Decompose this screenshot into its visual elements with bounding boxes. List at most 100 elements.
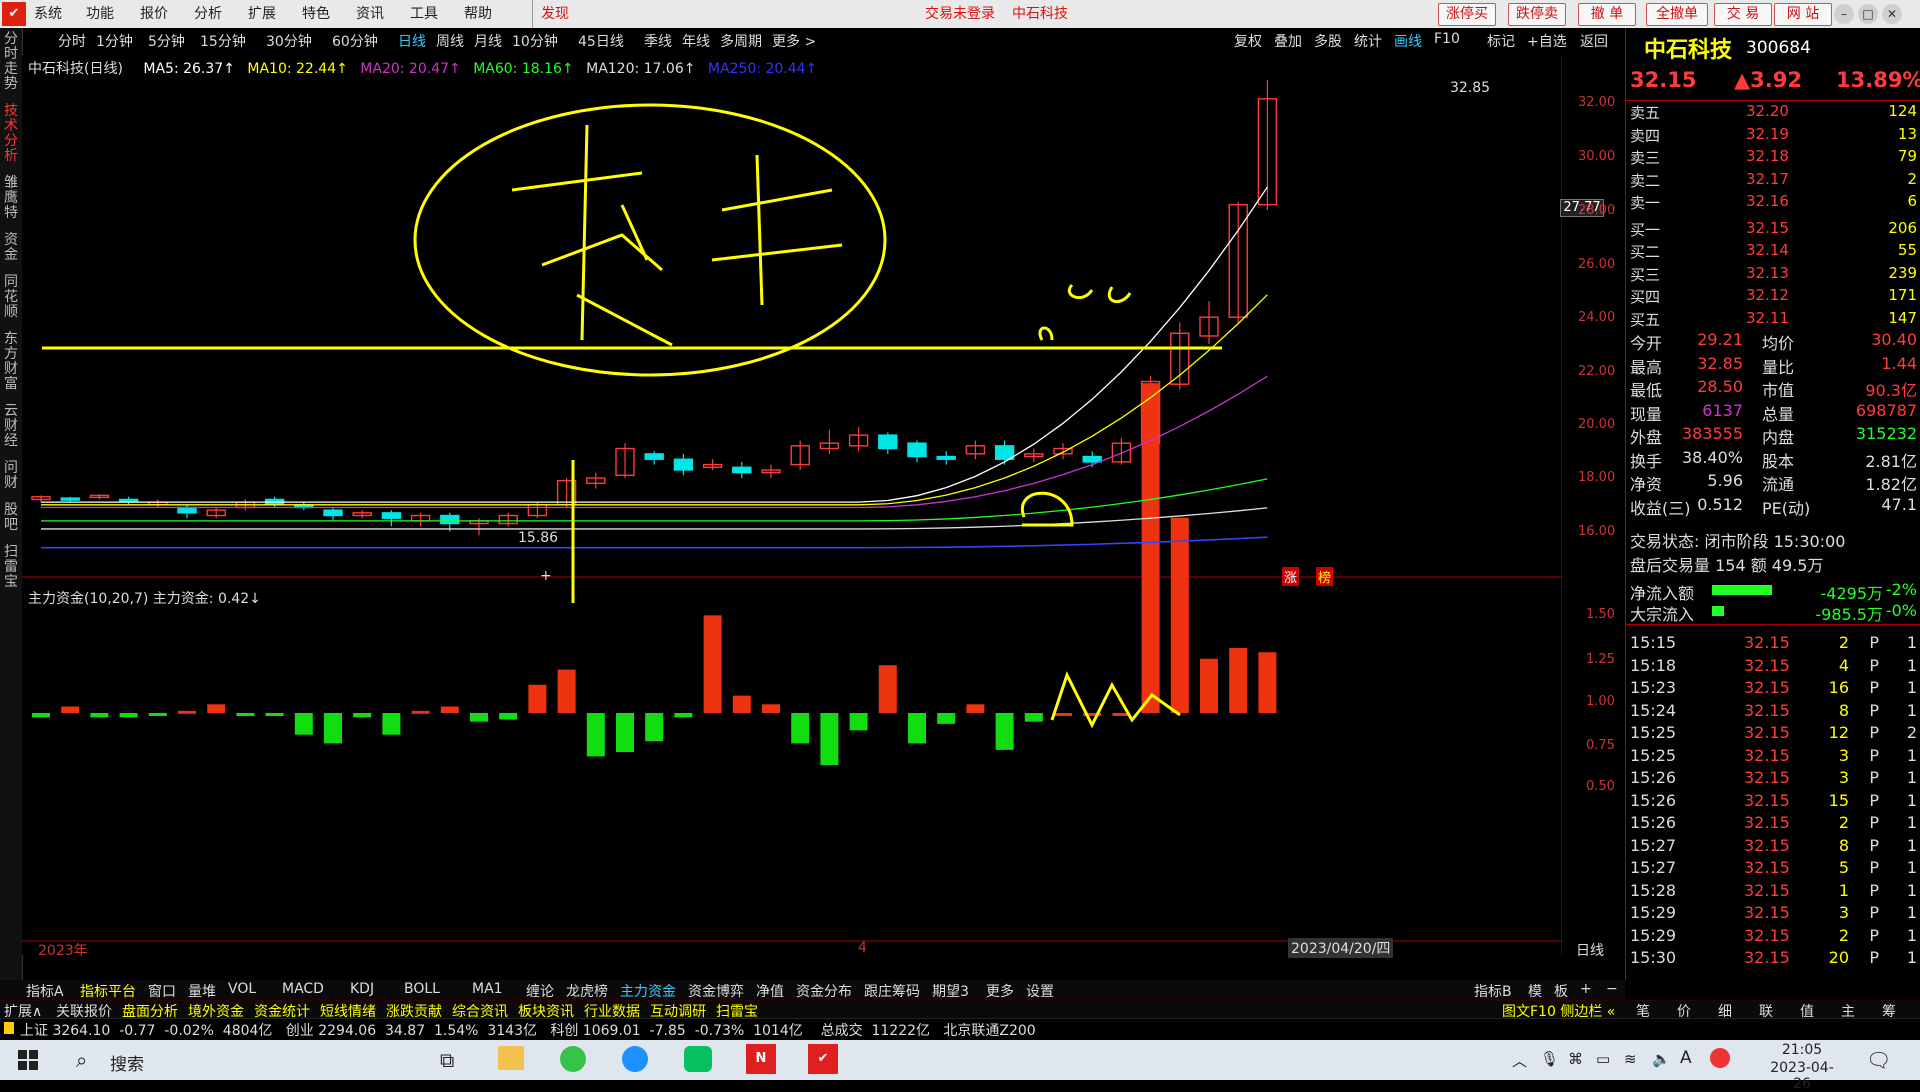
- indicator-tab-5[interactable]: MACD: [282, 981, 324, 997]
- input-method-icon[interactable]: A: [1680, 1048, 1692, 1068]
- windows-start-icon[interactable]: [18, 1050, 38, 1070]
- period-11[interactable]: 季线: [644, 31, 672, 51]
- indicator-tab-7[interactable]: BOLL: [404, 981, 440, 997]
- browser-green-icon[interactable]: [560, 1046, 586, 1072]
- minimize-icon[interactable]: –: [1834, 4, 1854, 24]
- trade-button-1[interactable]: 跌停卖: [1508, 3, 1566, 26]
- menu-3[interactable]: 分析: [194, 0, 222, 28]
- tool-7[interactable]: +自选: [1527, 31, 1567, 51]
- tool-8[interactable]: 返回: [1580, 31, 1608, 51]
- left-tab-1[interactable]: 技术分析: [2, 104, 20, 164]
- tool-5[interactable]: F10: [1434, 31, 1460, 47]
- tool-3[interactable]: 统计: [1354, 31, 1382, 51]
- period-9[interactable]: 10分钟: [512, 31, 558, 51]
- period-1[interactable]: 1分钟: [96, 31, 133, 51]
- left-tab-5[interactable]: 东方财富: [2, 332, 20, 392]
- period-14[interactable]: 更多 >: [772, 31, 816, 51]
- indicator-tab-11[interactable]: 主力资金: [620, 981, 676, 1001]
- indicator-tab-0[interactable]: 指标A: [26, 981, 64, 1001]
- indicator-right-0[interactable]: 指标B: [1474, 981, 1512, 1001]
- volume-icon[interactable]: 🔈: [1652, 1050, 1671, 1068]
- trade-button-4[interactable]: 交 易: [1714, 3, 1772, 26]
- indicator-tab-4[interactable]: VOL: [228, 981, 256, 997]
- stock-app-n-icon[interactable]: N: [746, 1044, 776, 1074]
- period-0[interactable]: 分时: [58, 31, 86, 51]
- indicator-right-3[interactable]: +: [1580, 981, 1592, 997]
- menu-2[interactable]: 报价: [140, 0, 168, 28]
- left-tab-6[interactable]: 云财经: [2, 404, 20, 449]
- tray-chevron-icon[interactable]: ︿: [1512, 1050, 1527, 1071]
- taskbar-search[interactable]: ⌕ 搜索: [60, 1040, 420, 1080]
- indicator-right-1[interactable]: 模: [1528, 981, 1542, 1001]
- indicator-tab-6[interactable]: KDJ: [350, 981, 374, 997]
- indicator-right-4[interactable]: −: [1606, 981, 1618, 997]
- tool-4[interactable]: 画线: [1394, 31, 1422, 51]
- capital-bar-23: [703, 615, 722, 713]
- menu-6[interactable]: 资讯: [356, 0, 384, 28]
- left-tab-8[interactable]: 股吧: [2, 503, 20, 533]
- maximize-icon[interactable]: □: [1858, 4, 1878, 24]
- battery-icon[interactable]: ▭: [1596, 1050, 1610, 1068]
- indicator-tab-18[interactable]: 设置: [1026, 981, 1054, 1001]
- left-tab-2[interactable]: 雏鹰特: [2, 176, 20, 221]
- sogou-input-icon[interactable]: [1710, 1048, 1730, 1068]
- trade-button-2[interactable]: 撤 单: [1578, 3, 1636, 26]
- left-tab-4[interactable]: 同花顺: [2, 275, 20, 320]
- menu-5[interactable]: 特色: [302, 0, 330, 28]
- indicator-tab-15[interactable]: 跟庄筹码: [864, 981, 920, 1001]
- menu-1[interactable]: 功能: [86, 0, 114, 28]
- period-13[interactable]: 多周期: [720, 31, 762, 51]
- indicator-tab-3[interactable]: 量堆: [188, 981, 216, 1001]
- indicator-tab-16[interactable]: 期望3: [932, 981, 969, 1001]
- trade-button-3[interactable]: 全撤单: [1646, 3, 1708, 26]
- menu-4[interactable]: 扩展: [248, 0, 276, 28]
- left-tab-9[interactable]: 扫雷宝: [2, 545, 20, 590]
- close-icon[interactable]: ✕: [1882, 4, 1902, 24]
- period-5[interactable]: 60分钟: [332, 31, 378, 51]
- indicator-tab-14[interactable]: 资金分布: [796, 981, 852, 1001]
- menu-8[interactable]: 帮助: [464, 0, 492, 28]
- period-8[interactable]: 月线: [474, 31, 502, 51]
- indicator-tab-13[interactable]: 净值: [756, 981, 784, 1001]
- file-explorer-icon[interactable]: [498, 1046, 524, 1070]
- capital-bar-15: [470, 713, 488, 722]
- wechat-icon[interactable]: [684, 1046, 712, 1072]
- microphone-icon[interactable]: 🎙: [1540, 1050, 1559, 1068]
- clock-date[interactable]: 2023-04-26: [1762, 1060, 1842, 1092]
- indicator-tab-17[interactable]: 更多: [986, 981, 1014, 1001]
- left-tab-7[interactable]: 问财: [2, 461, 20, 491]
- indicator-tab-9[interactable]: 缠论: [526, 981, 554, 1001]
- indicator-tab-10[interactable]: 龙虎榜: [566, 981, 608, 1001]
- indicator-right-2[interactable]: 板: [1554, 981, 1568, 1001]
- period-2[interactable]: 5分钟: [148, 31, 185, 51]
- network-icon[interactable]: ⌘: [1568, 1050, 1583, 1068]
- indicator-tab-12[interactable]: 资金博弈: [688, 981, 744, 1001]
- tool-0[interactable]: 复权: [1234, 31, 1262, 51]
- period-6[interactable]: 日线: [398, 31, 426, 51]
- period-4[interactable]: 30分钟: [266, 31, 312, 51]
- menu-9[interactable]: 发现: [532, 0, 569, 28]
- menu-7[interactable]: 工具: [410, 0, 438, 28]
- trade-button-5[interactable]: 网 站: [1774, 3, 1832, 26]
- tool-1[interactable]: 叠加: [1274, 31, 1302, 51]
- tool-2[interactable]: 多股: [1314, 31, 1342, 51]
- indicator-tab-2[interactable]: 窗口: [148, 981, 176, 1001]
- period-12[interactable]: 年线: [682, 31, 710, 51]
- tonghuashun-icon[interactable]: ✔: [808, 1044, 838, 1074]
- left-tab-3[interactable]: 资金: [2, 233, 20, 263]
- notification-icon[interactable]: 🗨: [1866, 1048, 1891, 1072]
- clock-time[interactable]: 21:05: [1762, 1042, 1842, 1058]
- period-10[interactable]: 45日线: [578, 31, 624, 51]
- task-view-icon[interactable]: ⧉: [440, 1048, 454, 1072]
- period-7[interactable]: 周线: [436, 31, 464, 51]
- left-tab-0[interactable]: 分时走势: [2, 32, 20, 92]
- edge-browser-icon[interactable]: [622, 1046, 648, 1072]
- indicator-tab-1[interactable]: 指标平台: [80, 981, 136, 1001]
- period-3[interactable]: 15分钟: [200, 31, 246, 51]
- trade-button-0[interactable]: 涨停买: [1438, 3, 1496, 26]
- wifi-icon[interactable]: ≋: [1624, 1050, 1637, 1068]
- tool-6[interactable]: 标记: [1487, 31, 1515, 51]
- menu-0[interactable]: 系统: [34, 0, 62, 28]
- kline-chart[interactable]: +: [22, 55, 1562, 955]
- indicator-tab-8[interactable]: MA1: [472, 981, 503, 997]
